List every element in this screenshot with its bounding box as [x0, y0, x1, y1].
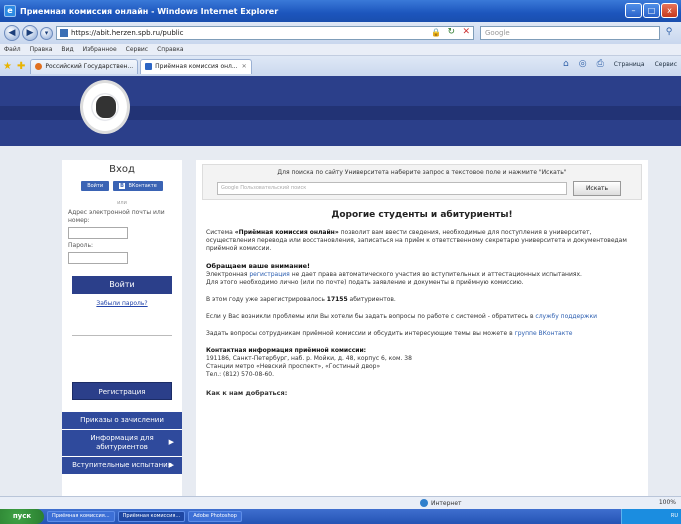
menu-edit[interactable]: Правка — [30, 46, 53, 53]
contact-address: 191186, Санкт-Петербург, наб. р. Мойки, … — [206, 355, 412, 362]
email-field[interactable] — [68, 227, 128, 239]
sidebar-item-label: Приказы о зачислении — [80, 416, 164, 424]
stop-icon[interactable]: ✕ — [462, 27, 470, 37]
sidebar-item-label: Информация для абитуриентов — [90, 434, 154, 451]
zoom-level[interactable]: 100% — [659, 499, 676, 506]
contact-phone: Тел.: (812) 570-08-60. — [206, 371, 275, 378]
site-search-button[interactable]: Искать — [573, 181, 621, 196]
print-icon[interactable]: ⎙ — [597, 59, 604, 69]
vk-login-label: ВКонтакте — [128, 183, 157, 189]
history-dropdown-icon[interactable]: ▾ — [40, 26, 53, 40]
menu-help[interactable]: Справка — [157, 46, 183, 53]
tab-favicon-icon — [35, 63, 43, 70]
security-zone: Интернет — [431, 499, 462, 507]
attention-title: Обращаем ваше внимание! — [206, 262, 311, 270]
page-title: Дорогие студенты и абитуриенты! — [331, 210, 513, 220]
tab-close-icon[interactable]: ✕ — [242, 63, 247, 70]
sidebar-item-label: Вступительные испытания — [72, 461, 172, 469]
university-logo[interactable] — [80, 80, 130, 134]
taskbar-item[interactable]: Приёмная комиссия... — [47, 511, 115, 522]
tab-admission[interactable]: Приёмная комиссия онл... ✕ — [140, 58, 252, 74]
search-hint: Для поиска по сайту Университета наберит… — [277, 169, 567, 176]
ie-search-input[interactable]: Google — [480, 26, 660, 40]
login-button[interactable]: Войти — [81, 181, 110, 191]
tools-menu[interactable]: Сервис — [655, 61, 677, 68]
taskbar: пуск Приёмная комиссия... Приёмная комис… — [0, 509, 681, 524]
registration-link[interactable]: регистрация — [249, 271, 289, 278]
back-button[interactable]: ◀ — [4, 25, 20, 41]
menu-tools[interactable]: Сервис — [126, 46, 148, 53]
submit-login-button[interactable]: Войти — [72, 276, 172, 294]
globe-icon — [420, 499, 428, 507]
support-paragraph: Если у Вас возникли проблемы или Вы хоте… — [206, 313, 597, 320]
contact-info: Контактная информация приёмной комиссии:… — [206, 347, 638, 379]
start-button[interactable]: пуск — [0, 509, 44, 524]
status-bar: Интернет 100% — [0, 496, 681, 509]
ie-icon: e — [4, 5, 16, 17]
or-text: или — [117, 200, 127, 206]
contact-metro: Станции метро «Невский проспект», «Гости… — [206, 363, 381, 370]
window-title: Приемная комиссия онлайн - Windows Inter… — [20, 6, 279, 16]
email-label: Адрес электронной почты или номер: — [68, 209, 165, 224]
site-favicon-icon — [60, 29, 68, 37]
support-link[interactable]: службу поддержки — [535, 313, 597, 320]
registered-count: 17155 — [326, 296, 348, 303]
taskbar-item[interactable]: Adobe Photoshop — [188, 511, 242, 522]
page-menu[interactable]: Страница — [614, 61, 645, 68]
address-url: https://abit.herzen.spb.ru/public — [71, 29, 184, 37]
sidebar-item-applicant-info[interactable]: Информация для абитуриентов ▶ — [62, 430, 182, 456]
site-header — [0, 76, 681, 146]
site-search: Для поиска по сайту Университета наберит… — [202, 164, 642, 200]
window-titlebar: e Приемная комиссия онлайн - Windows Int… — [0, 0, 681, 22]
add-favorites-icon[interactable]: ✚ — [17, 61, 25, 72]
sidebar-item-entrance-exams[interactable]: Вступительные испытания ▶ — [62, 457, 182, 474]
vk-login-button[interactable]: В ВКонтакте — [113, 181, 163, 191]
sidebar-item-enrollment-orders[interactable]: Приказы о зачислении — [62, 412, 182, 429]
sidebar: Вход Войти В ВКонтакте или Адрес электро… — [62, 160, 182, 496]
home-icon[interactable]: ⌂ — [563, 59, 569, 69]
vk-icon: В — [119, 183, 125, 189]
maximize-button[interactable]: □ — [643, 3, 660, 18]
menu-favorites[interactable]: Избранное — [83, 46, 117, 53]
search-icon[interactable]: ⚲ — [662, 26, 676, 40]
tab-rgpu[interactable]: Российский Государствен... — [30, 58, 139, 74]
sidebar-menu: Приказы о зачислении Информация для абит… — [62, 412, 182, 474]
tab-label: Российский Государствен... — [45, 63, 134, 70]
contact-title: Контактная информация приёмной комиссии: — [206, 347, 367, 354]
password-label: Пароль: — [68, 242, 94, 249]
menu-file[interactable]: Файл — [4, 46, 21, 53]
taskbar-item[interactable]: Приёмная комиссия... — [117, 511, 186, 522]
system-tray: RU — [621, 509, 681, 524]
feeds-icon[interactable]: ◎ — [579, 59, 587, 69]
lock-icon[interactable]: 🔒 — [431, 28, 441, 37]
menu-bar: Файл Правка Вид Избранное Сервис Справка — [0, 44, 681, 56]
intro-paragraph: Система «Приёмная комиссия онлайн» позво… — [206, 229, 627, 252]
address-toolbar: ◀ ▶ ▾ https://abit.herzen.spb.ru/public … — [0, 22, 681, 44]
close-button[interactable]: x — [661, 3, 678, 18]
attention-paragraph: Обращаем ваше внимание! Электронная реги… — [206, 262, 582, 286]
forward-button[interactable]: ▶ — [22, 25, 38, 41]
forgot-password-link[interactable]: Забыли пароль? — [62, 300, 182, 307]
password-field[interactable] — [68, 252, 128, 264]
address-field[interactable]: https://abit.herzen.spb.ru/public 🔒 ↻ ✕ — [56, 26, 474, 40]
tabs-bar: ★ ✚ Российский Государствен... Приёмная … — [0, 56, 681, 76]
web-page: Вход Войти В ВКонтакте или Адрес электро… — [0, 76, 681, 496]
chevron-right-icon: ▶ — [168, 438, 174, 446]
chevron-right-icon: ▶ — [168, 460, 174, 469]
register-button[interactable]: Регистрация — [72, 382, 172, 400]
site-search-input[interactable]: Google Пользовательский поиск — [217, 182, 567, 195]
vk-group-link[interactable]: группе ВКонтакте — [515, 330, 573, 337]
main-content: Для поиска по сайту Университета наберит… — [196, 160, 648, 496]
favorites-star-icon[interactable]: ★ — [3, 61, 12, 72]
how-to-get-heading: Как к нам добраться: — [206, 389, 288, 397]
divider — [72, 335, 172, 336]
login-title: Вход — [109, 164, 135, 175]
tab-label: Приёмная комиссия онл... — [155, 63, 238, 70]
registered-count-text: В этом году уже зарегистрировалось 17155… — [206, 296, 396, 303]
vk-group-paragraph: Задать вопросы сотрудникам приёмной коми… — [206, 330, 573, 337]
menu-view[interactable]: Вид — [61, 46, 73, 53]
minimize-button[interactable]: – — [625, 3, 642, 18]
tab-favicon-icon — [145, 63, 153, 70]
refresh-icon[interactable]: ↻ — [447, 27, 455, 37]
